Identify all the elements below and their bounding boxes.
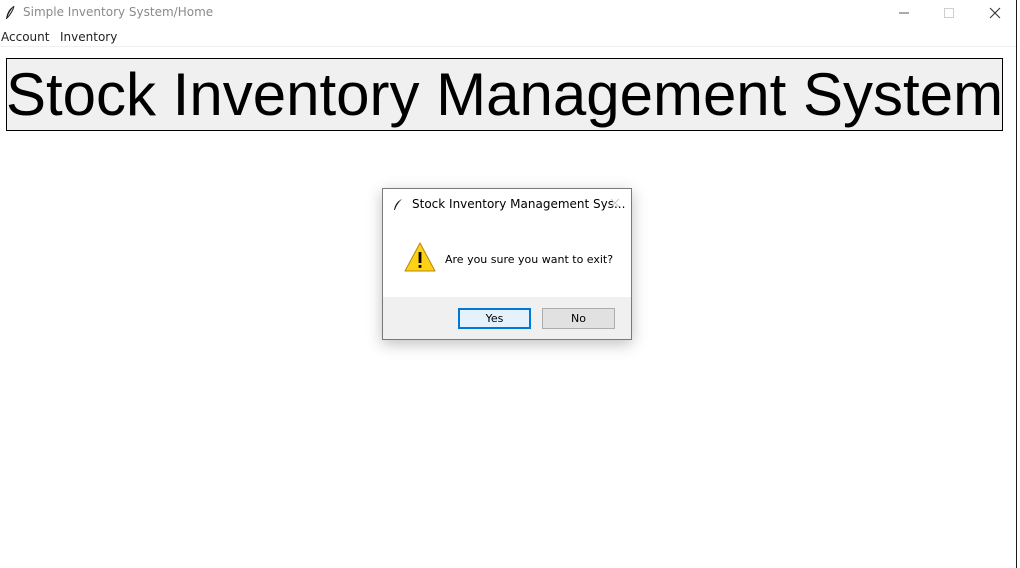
warning-icon xyxy=(403,241,437,273)
menu-bar: Account Inventory xyxy=(0,28,1018,47)
maximize-icon xyxy=(944,8,954,18)
window-title: Simple Inventory System/Home xyxy=(23,5,214,19)
dialog-titlebar: Stock Inventory Management Sys... xyxy=(383,189,631,219)
close-icon xyxy=(989,7,1001,19)
dialog-title: Stock Inventory Management Sys... xyxy=(412,197,626,211)
maximize-button[interactable] xyxy=(926,0,972,26)
feather-icon xyxy=(4,5,16,21)
dialog-message: Are you sure you want to exit? xyxy=(445,253,614,266)
menu-inventory[interactable]: Inventory xyxy=(60,30,117,44)
minimize-button[interactable] xyxy=(881,0,927,26)
exit-confirm-dialog: Stock Inventory Management Sys... Are yo… xyxy=(382,188,632,340)
feather-icon xyxy=(393,197,403,211)
menu-account[interactable]: Account xyxy=(1,30,49,44)
page-title: Stock Inventory Management System xyxy=(5,60,1004,128)
window-titlebar: Simple Inventory System/Home xyxy=(0,0,1020,26)
close-icon xyxy=(610,198,620,208)
close-button[interactable] xyxy=(972,0,1018,26)
window-edge-divider xyxy=(1016,0,1017,568)
no-button[interactable]: No xyxy=(542,308,615,329)
minimize-icon xyxy=(899,12,909,14)
dialog-close-button[interactable] xyxy=(607,195,623,211)
dialog-footer: Yes No xyxy=(383,297,631,339)
header-banner: Stock Inventory Management System xyxy=(6,58,1003,131)
yes-button[interactable]: Yes xyxy=(458,308,531,329)
